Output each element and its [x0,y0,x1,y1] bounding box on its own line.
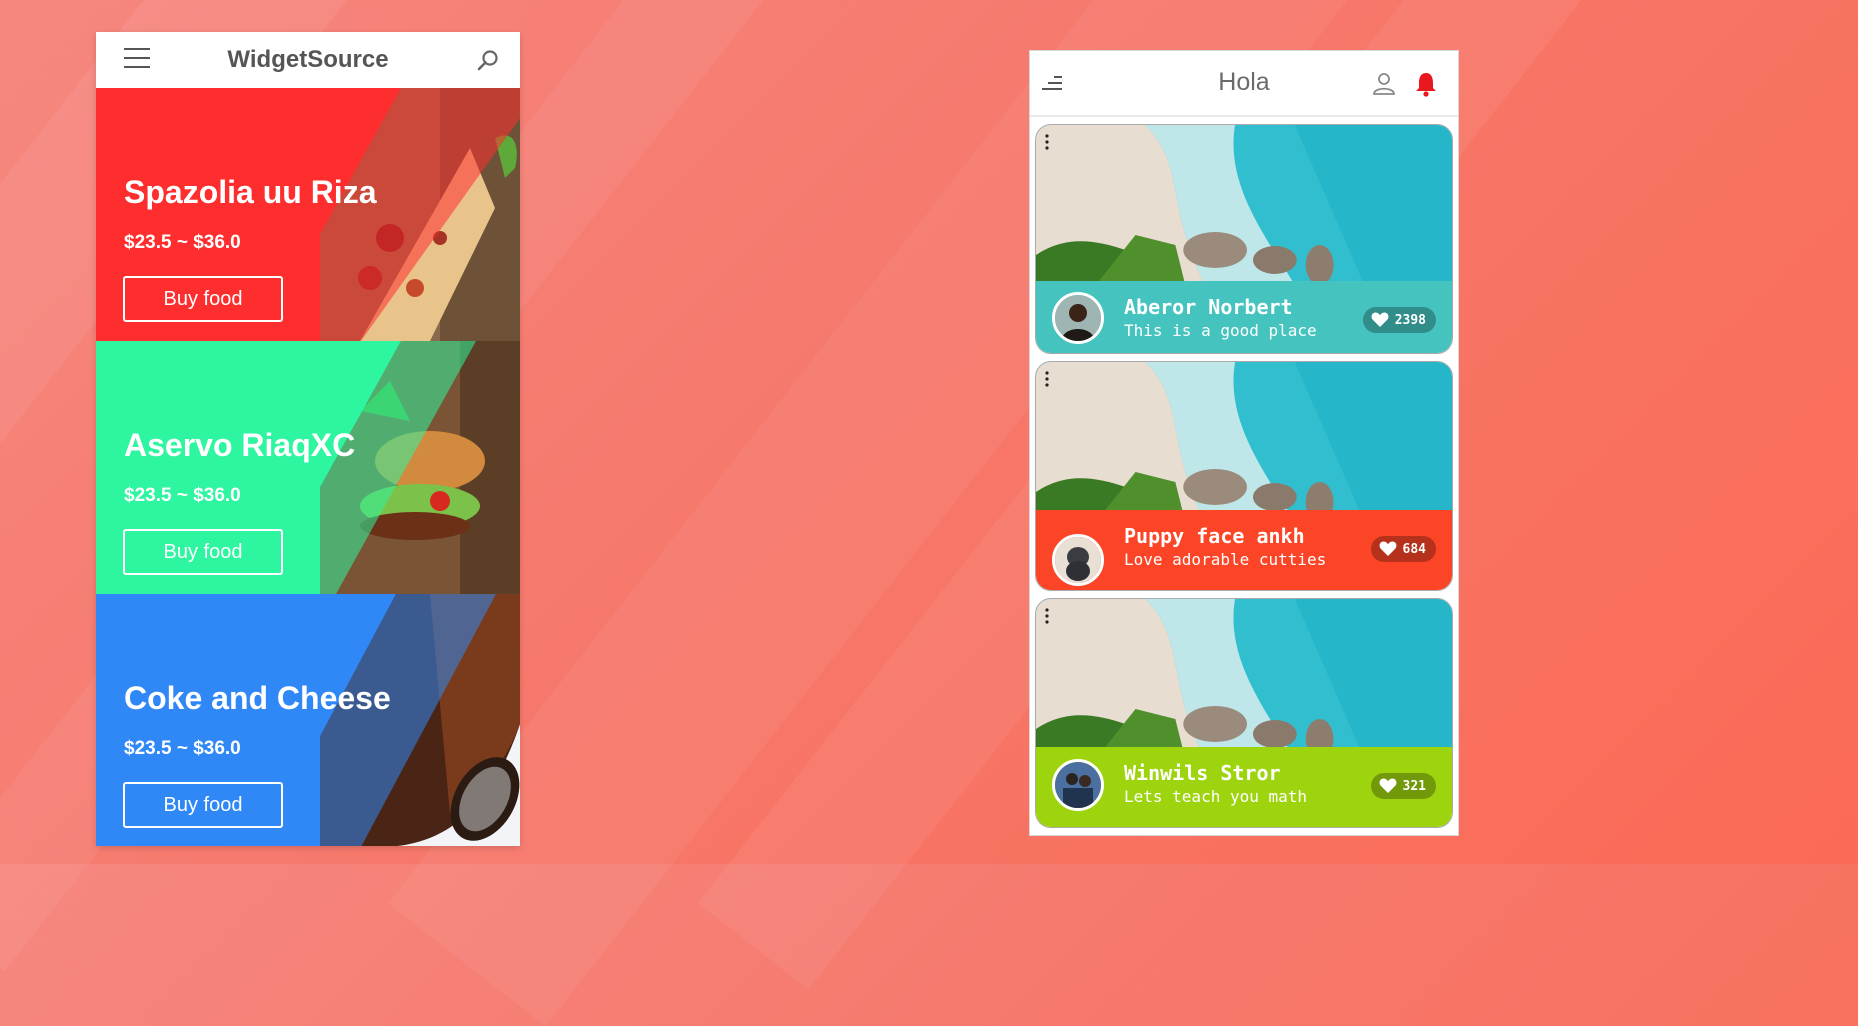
buy-food-button[interactable]: Buy food [123,529,283,575]
post-info-bar: Aberor Norbert This is a good place 2398 [1036,281,1452,353]
post-card[interactable]: Winwils Stror Lets teach you math 321 [1035,598,1453,828]
like-count: 684 [1402,541,1426,557]
post-description: Lets teach you math [1124,787,1308,806]
app-header: WidgetSource [96,32,520,88]
post-card[interactable]: Aberor Norbert This is a good place 2398 [1035,124,1453,354]
post-info-bar: Winwils Stror Lets teach you math 321 [1036,747,1452,827]
food-price: $23.5 ~ $36.0 [124,485,241,506]
post-info-bar: Puppy face ankh Love adorable cutties 68… [1036,510,1452,590]
beach-image [1036,599,1452,759]
like-count: 321 [1402,778,1426,794]
bell-icon[interactable] [1414,71,1438,97]
like-count: 2398 [1394,312,1426,328]
avatar[interactable] [1052,534,1104,586]
food-card: Coke and Cheese $23.5 ~ $36.0 Buy food [96,594,520,846]
post-author: Aberor Norbert [1124,295,1293,319]
like-button[interactable]: 684 [1370,536,1436,562]
food-name: Coke and Cheese [124,680,391,716]
user-icon[interactable] [1372,71,1396,95]
buy-food-button[interactable]: Buy food [123,276,283,322]
post-card[interactable]: Puppy face ankh Love adorable cutties 68… [1035,361,1453,591]
more-icon[interactable] [1044,133,1050,153]
food-card: Spazolia uu Riza $23.5 ~ $36.0 Buy food [96,88,520,341]
post-description: This is a good place [1124,321,1317,340]
search-icon[interactable] [476,48,500,72]
more-icon[interactable] [1044,370,1050,390]
post-author: Puppy face ankh [1124,524,1305,548]
avatar[interactable] [1052,292,1104,344]
heart-icon [1379,541,1396,556]
food-card: Aservo RiaqXC $23.5 ~ $36.0 Buy food [96,341,520,594]
food-price: $23.5 ~ $36.0 [124,738,241,759]
like-button[interactable]: 2398 [1362,307,1436,333]
food-name: Spazolia uu Riza [124,174,377,210]
beach-image [1036,362,1452,522]
widgetsource-app: WidgetSource Spazolia uu Riza $23.5 ~ $3… [96,32,520,846]
post-author: Winwils Stror [1124,761,1281,785]
app-header: Hola [1030,51,1458,117]
heart-icon [1379,778,1396,793]
like-button[interactable]: 321 [1370,773,1436,799]
avatar[interactable] [1052,759,1104,811]
post-description: Love adorable cutties [1124,550,1327,569]
food-price: $23.5 ~ $36.0 [124,232,241,253]
more-icon[interactable] [1044,607,1050,627]
heart-icon [1371,312,1389,327]
food-name: Aservo RiaqXC [124,427,356,463]
beach-image [1036,125,1452,285]
buy-food-button[interactable]: Buy food [123,782,283,828]
hola-app: Hola Aberor Norbert This is a good place… [1029,50,1459,836]
app-title: WidgetSource [227,46,389,73]
